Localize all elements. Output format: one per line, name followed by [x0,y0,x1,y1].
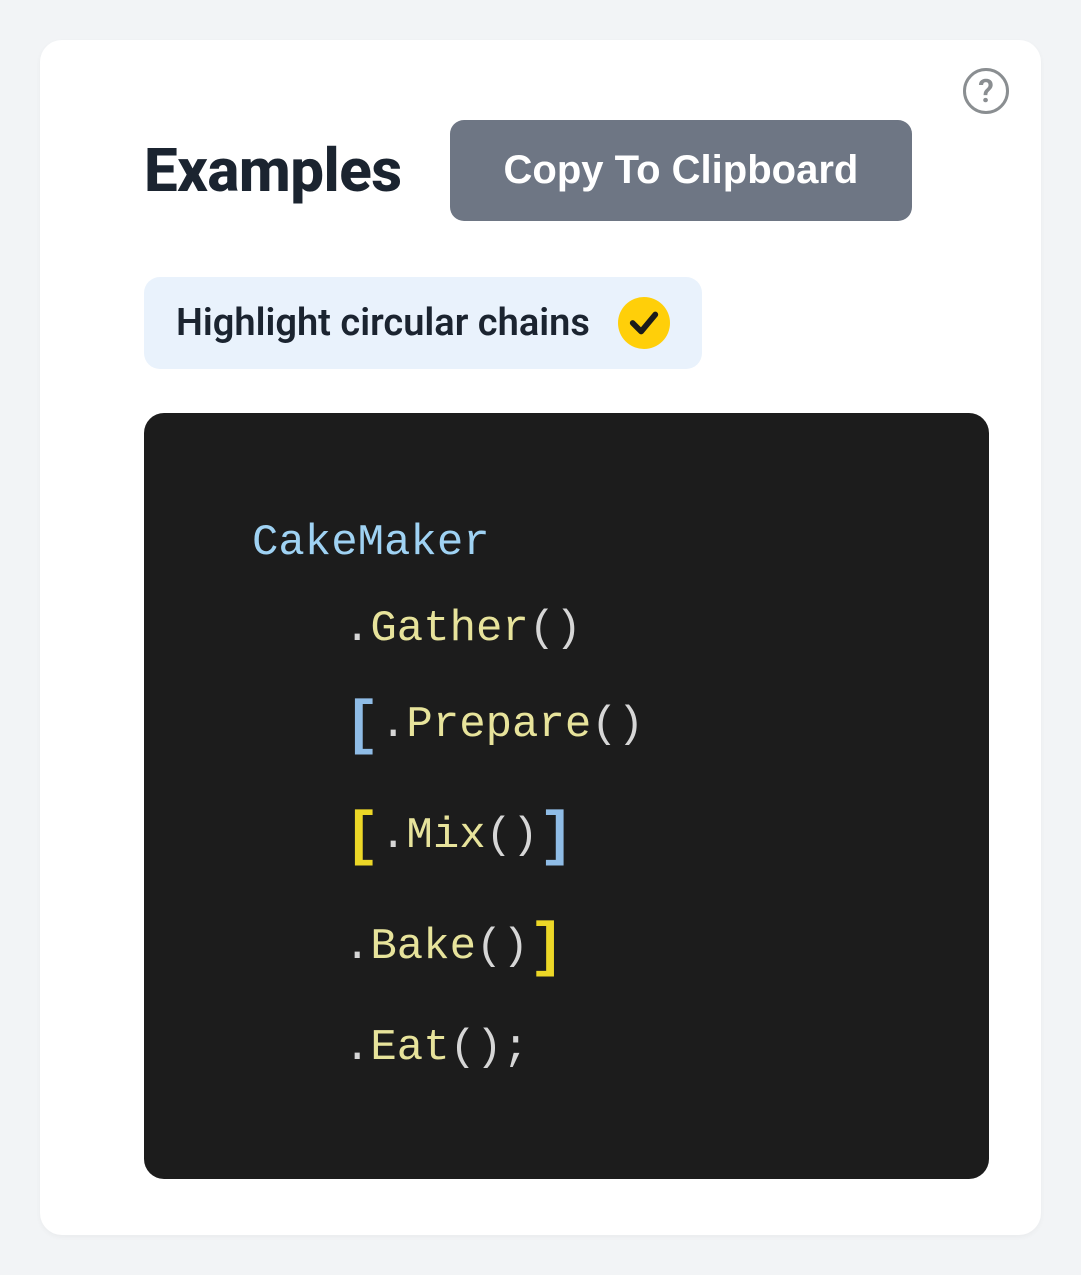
close-bracket-icon: ] [538,804,574,872]
examples-card: ? Examples Copy To Clipboard Highlight c… [40,40,1041,1235]
dot-punct: . [380,811,406,861]
check-icon [618,297,670,349]
code-type-name: CakeMaker [252,518,490,568]
code-method: Gather [370,604,528,654]
code-line: [.Mix()] [252,792,949,885]
dot-punct: . [344,922,370,972]
parens-punct: () [486,811,539,861]
help-icon[interactable]: ? [963,68,1009,114]
code-method: Prepare [406,700,591,750]
code-line: .Gather() [252,595,949,663]
code-method: Bake [370,922,476,972]
close-bracket-icon: ] [529,915,565,983]
parens-punct: () [476,922,529,972]
code-line: [.Prepare() [252,681,949,774]
code-example-block: CakeMaker .Gather()[.Prepare()[.Mix()].B… [144,413,989,1179]
code-line: .Bake()] [252,903,949,996]
dot-punct: . [344,604,370,654]
copy-to-clipboard-button[interactable]: Copy To Clipboard [450,120,913,221]
dot-punct: . [344,1023,370,1073]
open-bracket-icon: [ [344,693,380,761]
open-bracket-icon: [ [344,804,380,872]
parens-punct: () [450,1023,503,1073]
toggle-label: Highlight circular chains [176,301,590,345]
header-row: Examples Copy To Clipboard [88,120,993,221]
code-line: .Eat(); [252,1014,949,1082]
terminator-punct: ; [502,1023,528,1073]
code-method: Mix [406,811,485,861]
parens-punct: () [529,604,582,654]
highlight-circular-chains-toggle[interactable]: Highlight circular chains [144,277,702,369]
dot-punct: . [380,700,406,750]
code-lines: .Gather()[.Prepare()[.Mix()].Bake()].Eat… [252,595,949,1082]
code-method: Eat [370,1023,449,1073]
parens-punct: () [591,700,644,750]
section-title: Examples [144,135,402,206]
